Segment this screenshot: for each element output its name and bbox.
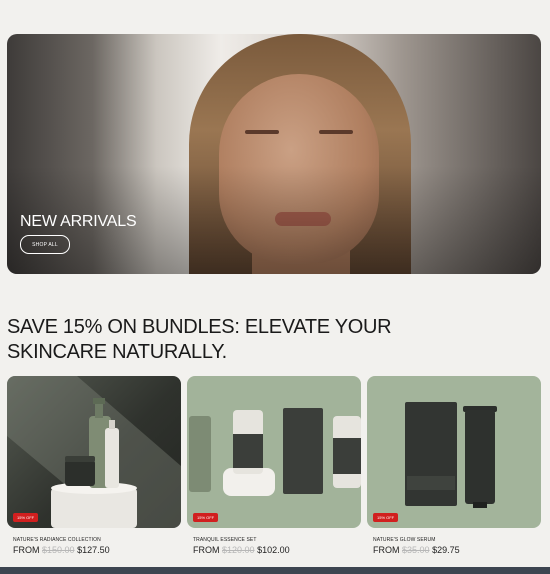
bottom-bar	[0, 567, 550, 574]
glow-serum-image	[405, 402, 497, 508]
sale-price: $29.75	[432, 545, 460, 555]
price-from-label: FROM	[13, 545, 40, 555]
product-name-glow[interactable]: NATURE'S GLOW SERUM	[373, 537, 436, 543]
product-name-radiance[interactable]: NATURE'S RADIANCE COLLECTION	[13, 537, 101, 543]
discount-badge: 15% OFF	[373, 513, 399, 522]
product-card-tranquil[interactable]: 15% OFF	[187, 376, 361, 528]
radiance-collection-image	[7, 376, 181, 528]
product-price-radiance: FROM $150.00 $127.50	[13, 545, 110, 555]
product-card-radiance[interactable]: 15% OFF	[7, 376, 181, 528]
discount-badge: 15% OFF	[193, 513, 219, 522]
original-price: $120.00	[222, 545, 255, 555]
hero-overlay	[7, 34, 541, 274]
product-card-glow[interactable]: 15% OFF	[367, 376, 541, 528]
sale-price: $127.50	[77, 545, 110, 555]
product-name-tranquil[interactable]: TRANQUIL ESSENCE SET	[193, 537, 257, 543]
hero-title: NEW ARRIVALS	[20, 213, 137, 230]
price-from-label: FROM	[373, 545, 400, 555]
sale-price: $102.00	[257, 545, 290, 555]
discount-badge: 15% OFF	[13, 513, 39, 522]
bundles-heading: SAVE 15% ON BUNDLES: ELEVATE YOUR SKINCA…	[7, 316, 392, 363]
original-price: $35.00	[402, 545, 430, 555]
product-price-tranquil: FROM $120.00 $102.00	[193, 545, 290, 555]
product-price-glow: FROM $35.00 $29.75	[373, 545, 460, 555]
tranquil-essence-image	[189, 408, 361, 496]
shop-all-button[interactable]: SHOP ALL	[20, 235, 70, 254]
price-from-label: FROM	[193, 545, 220, 555]
hero-banner[interactable]	[7, 34, 541, 274]
original-price: $150.00	[42, 545, 75, 555]
